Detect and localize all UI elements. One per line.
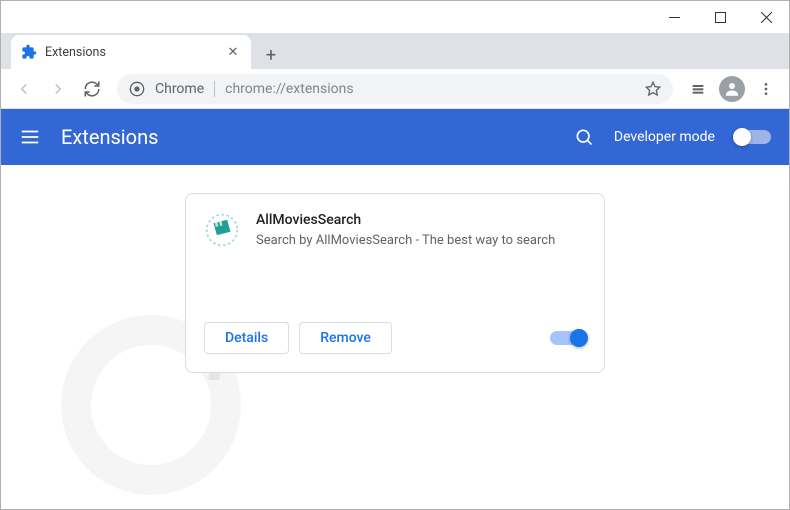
kebab-menu-button[interactable] xyxy=(751,74,781,104)
browser-toolbar: Chrome chrome://extensions xyxy=(1,69,789,109)
url-scheme-label: Chrome xyxy=(155,81,215,97)
chrome-icon xyxy=(129,81,145,97)
tab-close-button[interactable]: ✕ xyxy=(225,44,241,60)
reload-button[interactable] xyxy=(77,74,107,104)
toggle-knob xyxy=(733,128,751,146)
developer-mode-label: Developer mode xyxy=(614,129,715,145)
details-button[interactable]: Details xyxy=(204,322,289,354)
extension-toolbar-icon[interactable] xyxy=(683,74,713,104)
page-title: Extensions xyxy=(61,125,554,149)
browser-tabs-row: Extensions ✕ + xyxy=(1,33,789,69)
extension-card: AllMoviesSearch Search by AllMoviesSearc… xyxy=(185,193,605,373)
hamburger-menu-icon[interactable] xyxy=(19,126,41,148)
extension-name: AllMoviesSearch xyxy=(256,212,586,228)
content-area: pcrisk.com AllMoviesSearch Search by All… xyxy=(1,165,789,509)
bookmark-star-icon[interactable] xyxy=(645,81,661,97)
toggle-knob-on xyxy=(570,329,588,347)
page-header: Extensions Developer mode xyxy=(1,109,789,165)
window-minimize-button[interactable] xyxy=(651,1,697,33)
search-icon[interactable] xyxy=(574,127,594,147)
forward-button[interactable] xyxy=(43,74,73,104)
browser-tab-active[interactable]: Extensions ✕ xyxy=(11,35,251,69)
extension-icon xyxy=(204,212,240,248)
extension-enable-toggle[interactable] xyxy=(550,331,586,345)
developer-mode-toggle[interactable] xyxy=(735,130,771,144)
address-bar[interactable]: Chrome chrome://extensions xyxy=(117,74,673,104)
tab-title: Extensions xyxy=(45,45,217,60)
new-tab-button[interactable]: + xyxy=(257,41,285,69)
puzzle-icon xyxy=(21,44,37,60)
back-button[interactable] xyxy=(9,74,39,104)
window-maximize-button[interactable] xyxy=(697,1,743,33)
window-titlebar xyxy=(1,1,789,33)
url-text: chrome://extensions xyxy=(225,81,635,97)
avatar-icon xyxy=(719,76,745,102)
extension-description: Search by AllMoviesSearch - The best way… xyxy=(256,232,586,250)
window-close-button[interactable] xyxy=(743,1,789,33)
profile-button[interactable] xyxy=(717,74,747,104)
remove-button[interactable]: Remove xyxy=(299,322,392,354)
